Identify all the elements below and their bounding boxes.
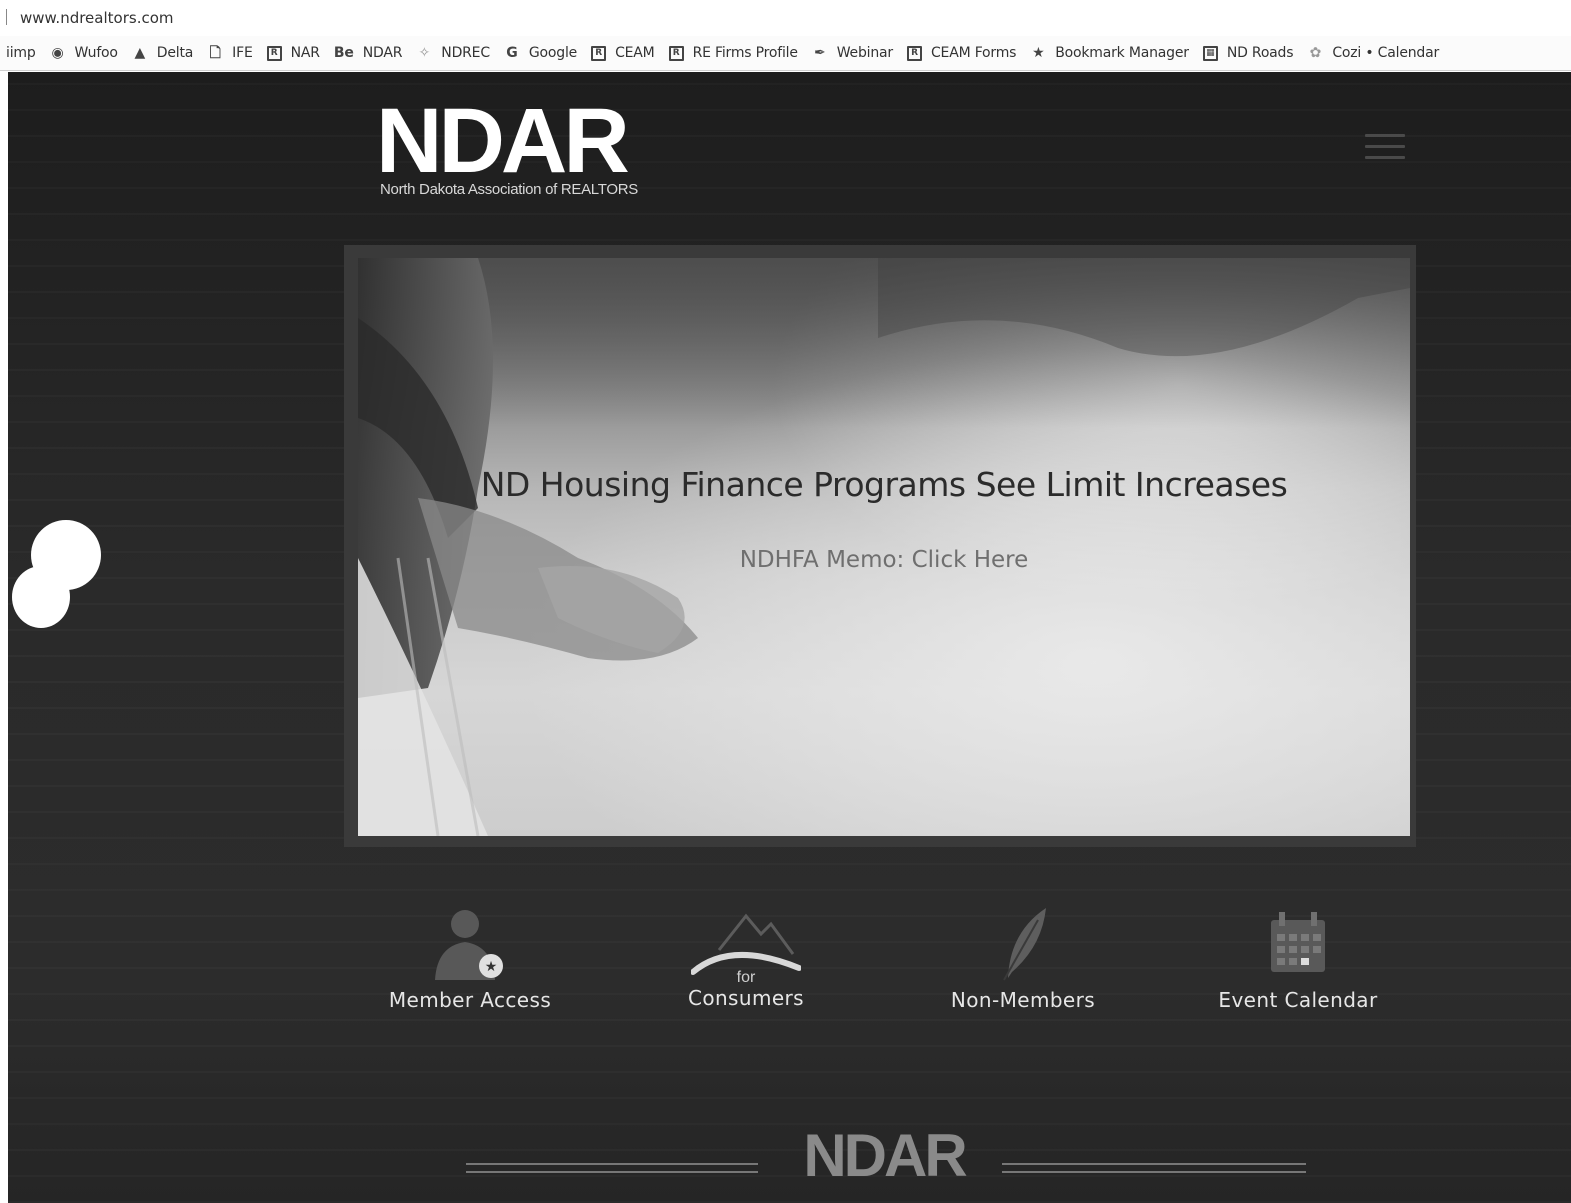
footer-rule-left — [466, 1163, 758, 1173]
hero-banner[interactable]: ND Housing Finance Programs See Limit In… — [358, 258, 1410, 836]
realtor-r-icon: R — [668, 45, 684, 61]
quick-link-label: Non-Members — [950, 988, 1096, 1012]
bookmark-item[interactable]: R CEAM — [591, 45, 655, 61]
bookmark-item[interactable]: ✒ Webinar — [812, 45, 893, 61]
url-text[interactable]: www.ndrealtors.com — [20, 9, 174, 27]
footer-rule-right — [1002, 1163, 1306, 1173]
bookmark-item[interactable]: ◉ Wufoo — [50, 45, 118, 61]
pen-icon: ✒ — [813, 45, 826, 61]
website-viewport: NDAR North Dakota Association of REALTOR… — [8, 72, 1571, 1203]
non-members-link[interactable]: Non-Members — [903, 902, 1143, 1012]
roads-icon: ▦ — [1202, 45, 1218, 61]
feather-icon — [1003, 908, 1046, 981]
star-icon: ★ — [1032, 45, 1045, 61]
member-icon: ★ — [435, 910, 503, 980]
quick-link-label: Consumers — [687, 986, 804, 1010]
scan-artifact — [12, 566, 70, 628]
quick-link-label: Event Calendar — [1218, 988, 1378, 1012]
bookmark-item[interactable]: 🗋 IFE — [207, 45, 253, 61]
bookmark-item[interactable]: R CEAM Forms — [906, 45, 1016, 61]
address-bar[interactable]: www.ndrealtors.com — [0, 0, 1571, 37]
logo-wordmark: NDAR — [376, 90, 630, 192]
member-access-link[interactable]: ★ Member Access — [350, 902, 590, 1012]
behance-icon: Be — [333, 45, 354, 61]
for-label: for — [736, 969, 756, 986]
page-icon: 🗋 — [209, 45, 221, 61]
for-consumers-link[interactable]: for Consumers — [626, 902, 866, 1010]
event-calendar-link[interactable]: Event Calendar — [1178, 902, 1418, 1012]
bookmark-item[interactable]: iimp — [6, 45, 36, 61]
hero-title: ND Housing Finance Programs See Limit In… — [480, 465, 1288, 504]
cozi-icon: ✿ — [1309, 45, 1322, 61]
ndrec-icon: ✧ — [418, 45, 431, 61]
realtor-r-icon: R — [266, 45, 282, 61]
svg-text:★: ★ — [485, 959, 498, 975]
bookmark-item[interactable]: ✧ NDREC — [416, 45, 491, 61]
hero-memo-link[interactable]: NDHFA Memo: Click Here — [358, 547, 1410, 573]
bookmark-item[interactable]: G Google — [504, 45, 577, 61]
calendar-icon — [1271, 912, 1325, 972]
ndar-logo[interactable]: NDAR North Dakota Association of REALTOR… — [376, 91, 676, 207]
bookmark-item[interactable]: R RE Firms Profile — [668, 45, 798, 61]
bookmark-item[interactable]: ▦ ND Roads — [1202, 45, 1294, 61]
bookmark-item[interactable]: Be NDAR — [334, 45, 403, 61]
bookmarks-bar: iimp ◉ Wufoo ▲ Delta 🗋 IFE R NAR Be NDAR ✧ NDR… — [0, 36, 1571, 71]
menu-icon[interactable] — [1365, 134, 1405, 168]
bookmark-item[interactable]: ✿ Cozi • Calendar — [1307, 45, 1440, 61]
realtor-r-icon: R — [591, 45, 607, 61]
bookmark-item[interactable]: R NAR — [266, 45, 320, 61]
text-caret — [6, 9, 7, 25]
delta-icon: ▲ — [134, 45, 146, 61]
logo-tagline: North Dakota Association of REALTORS — [380, 181, 638, 198]
wufoo-icon: ◉ — [51, 45, 64, 61]
footer-wordmark: NDAR — [803, 1122, 967, 1189]
bookmark-item[interactable]: ★ Bookmark Manager — [1030, 45, 1189, 61]
quick-link-label: Member Access — [388, 988, 552, 1012]
realtor-r-icon: R — [906, 45, 922, 61]
bookmark-item[interactable]: ▲ Delta — [132, 45, 194, 61]
google-icon: G — [506, 45, 518, 61]
footer-logo: NDAR — [466, 1122, 1306, 1203]
